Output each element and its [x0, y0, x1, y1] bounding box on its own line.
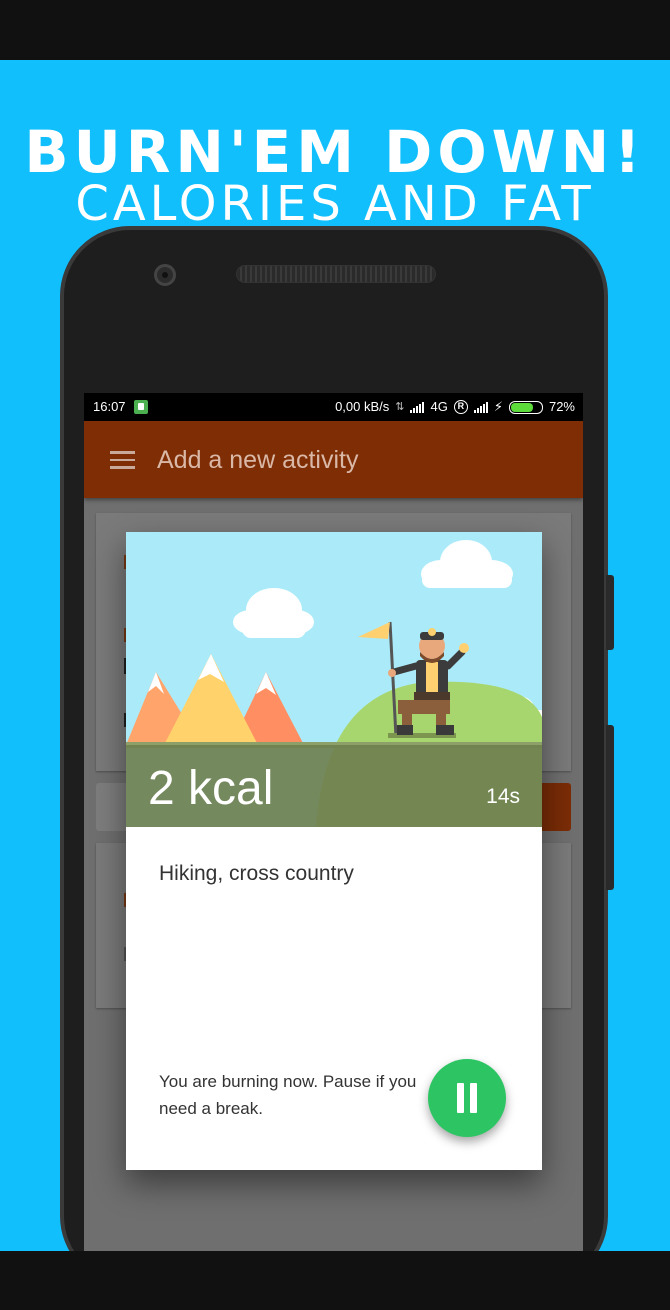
- app-bar-title: Add a new activity: [157, 446, 359, 474]
- bottom-black-bar: [0, 1251, 670, 1310]
- network-speed: 0,00 kB/s: [335, 399, 390, 414]
- hamburger-menu-icon[interactable]: [110, 451, 135, 469]
- signal-icon-2: [473, 401, 488, 413]
- activity-name: Hiking, cross country: [159, 862, 354, 885]
- power-button: [606, 725, 614, 890]
- volume-button: [606, 575, 614, 650]
- pause-icon-bar: [470, 1083, 477, 1113]
- pause-icon: [457, 1083, 464, 1113]
- promo-subline: CALORIES AND FAT: [75, 176, 595, 232]
- roaming-icon: R: [453, 400, 468, 414]
- status-bar: 16:07 0,00 kB/s ⇅ 4G R ⚡ 72%: [84, 393, 583, 421]
- signal-icon: [410, 401, 425, 413]
- pause-button[interactable]: [428, 1059, 506, 1137]
- battery-percent: 72%: [548, 399, 575, 414]
- charging-icon: ⚡: [493, 399, 503, 414]
- sim-icon: [134, 400, 148, 414]
- top-black-bar: [0, 0, 670, 60]
- earpiece-speaker: [236, 265, 436, 283]
- app-bar: Add a new activity: [84, 421, 583, 498]
- promo-headline: BURN'EM DOWN!: [24, 118, 646, 186]
- status-time: 16:07: [93, 399, 126, 414]
- network-type: 4G: [430, 399, 448, 414]
- data-transfer-icon: ⇅: [395, 401, 405, 413]
- calorie-counter: 2 kcal: [148, 762, 274, 815]
- battery-icon: [508, 400, 543, 414]
- status-indicators: 0,00 kB/s ⇅ 4G R ⚡ 72%: [335, 393, 575, 421]
- burning-hint: You are burning now. Pause if you need a…: [159, 1072, 417, 1118]
- calorie-band: 2 kcal 14s: [126, 745, 542, 827]
- front-camera: [154, 264, 176, 286]
- activity-dialog: 2 kcal 14s Hiking, cross country You are…: [126, 532, 542, 1170]
- elapsed-timer: 14s: [486, 785, 520, 808]
